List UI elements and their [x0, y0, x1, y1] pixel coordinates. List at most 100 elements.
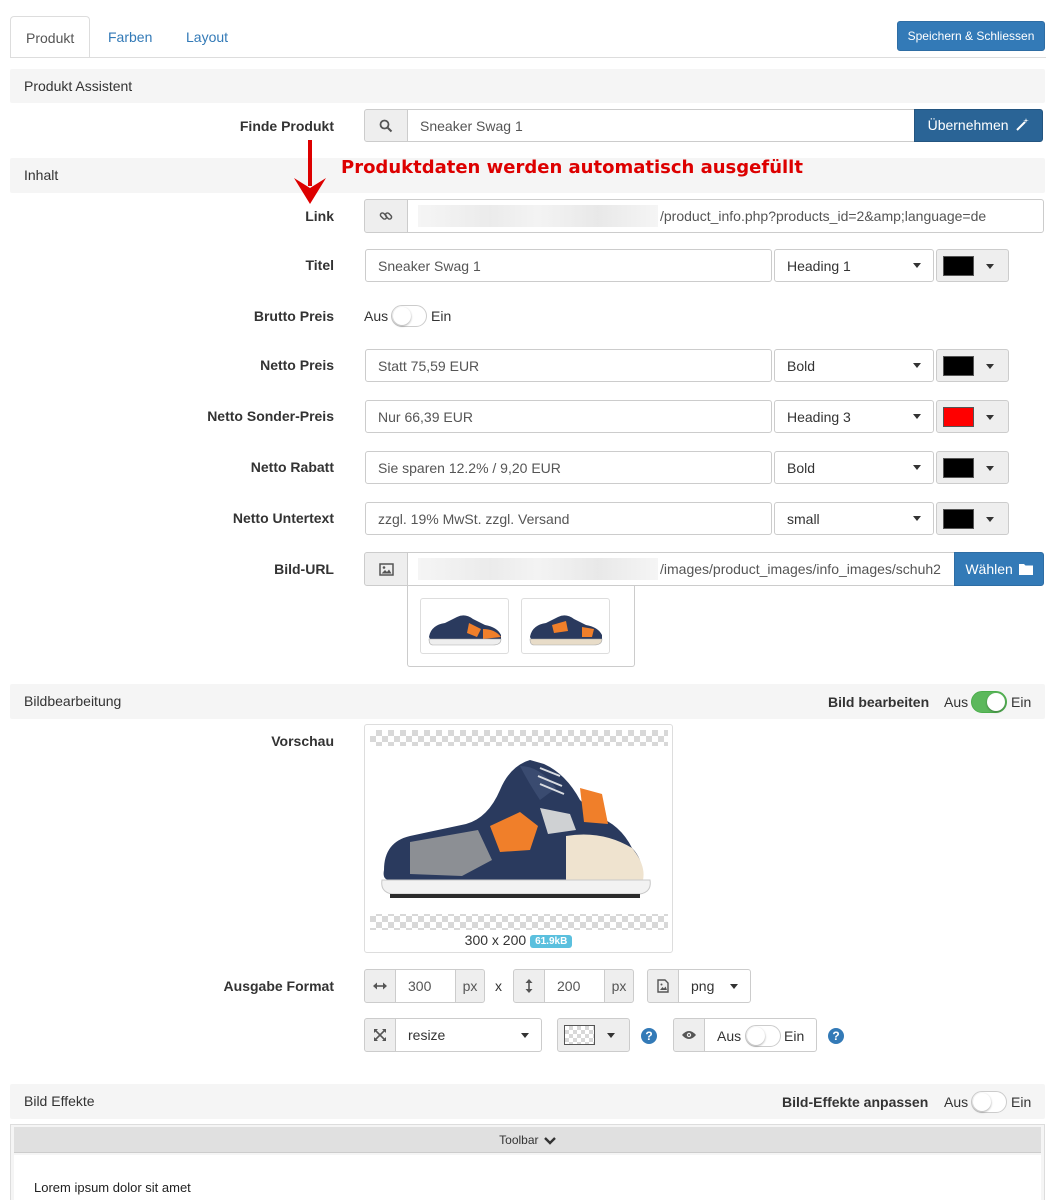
magic-wand-icon	[1016, 118, 1030, 131]
netto-price-color-picker[interactable]	[936, 349, 1009, 382]
editor-text: Lorem ipsum dolor sit amet	[34, 1180, 191, 1195]
title-style-select[interactable]: Heading 1	[774, 249, 934, 282]
save-close-button[interactable]: Speichern & Schliessen	[897, 21, 1045, 51]
height-arrows-icon	[513, 969, 545, 1003]
resize-mode-select[interactable]: resize	[395, 1018, 542, 1052]
find-product-input[interactable]: Sneaker Swag 1	[407, 109, 915, 142]
image-edit-on-label: Ein	[1011, 694, 1032, 710]
help-icon[interactable]: ?	[828, 1028, 844, 1044]
choose-image-button[interactable]: Wählen	[954, 552, 1044, 586]
help-icon[interactable]: ?	[641, 1028, 657, 1044]
thumbnail-shoe-2[interactable]	[521, 598, 610, 654]
caret-down-icon	[521, 1032, 529, 1038]
link-icon	[364, 199, 408, 233]
select-value: Heading 3	[787, 408, 851, 425]
format-select[interactable]: png	[678, 969, 751, 1003]
image-url-label: Bild-URL	[274, 561, 334, 577]
image-edit-off-label: Aus	[944, 694, 969, 710]
select-value: png	[691, 978, 715, 994]
toggle-knob	[747, 1027, 765, 1045]
editor-body[interactable]: Lorem ipsum dolor sit amet	[14, 1155, 1041, 1201]
section-product-assistant: Produkt Assistent	[10, 69, 1045, 103]
effects-off-label: Aus	[944, 1094, 969, 1110]
caret-down-icon	[913, 363, 921, 368]
editor-container: Toolbar Lorem ipsum dolor sit amet	[10, 1124, 1045, 1201]
link-path: /product_info.php?products_id=2&amp;lang…	[660, 208, 987, 224]
section-title: Produkt Assistent	[24, 78, 133, 94]
visibility-toggle[interactable]	[745, 1025, 781, 1047]
caret-down-icon	[913, 263, 921, 268]
caret-down-icon	[986, 517, 994, 522]
netto-price-style-select[interactable]: Bold	[774, 349, 934, 382]
netto-subtext-style-select[interactable]: small	[774, 502, 934, 535]
netto-price-input[interactable]: Statt 75,59 EUR	[365, 349, 772, 382]
annotation-arrow-icon	[294, 140, 326, 204]
image-url-input[interactable]: /images/product_images/info_images/schuh…	[407, 552, 955, 586]
folder-icon	[1018, 564, 1033, 575]
toggle-knob	[987, 693, 1005, 711]
brutto-toggle[interactable]	[391, 305, 427, 327]
effects-label: Bild-Effekte anpassen	[782, 1094, 929, 1110]
caret-down-icon	[913, 516, 921, 521]
section-title: Inhalt	[24, 167, 59, 183]
width-unit: px	[455, 969, 485, 1003]
thumbnail-shoe-1[interactable]	[420, 598, 509, 654]
tab-layout[interactable]: Layout	[171, 16, 243, 58]
unit-text: px	[611, 978, 627, 994]
unit-text: px	[462, 978, 478, 994]
select-value: Bold	[787, 357, 816, 374]
netto-special-style-select[interactable]: Heading 3	[774, 400, 934, 433]
height-input[interactable]: 200	[544, 969, 605, 1003]
redacted-host	[418, 205, 658, 227]
width-input[interactable]: 300	[395, 969, 456, 1003]
caret-down-icon	[913, 465, 921, 470]
netto-subtext-input[interactable]: zzgl. 19% MwSt. zzgl. Versand	[365, 502, 772, 535]
netto-discount-color-picker[interactable]	[936, 451, 1009, 484]
netto-subtext-color-picker[interactable]	[936, 502, 1009, 535]
sneaker-thumb-2-icon	[529, 615, 603, 646]
section-title: Bild Effekte	[24, 1093, 95, 1109]
color-swatch	[943, 509, 974, 529]
effects-on-label: Ein	[1011, 1094, 1032, 1110]
eye-icon	[673, 1018, 705, 1052]
select-value: resize	[408, 1027, 446, 1043]
caret-down-icon	[913, 414, 921, 419]
image-edit-label: Bild bearbeiten	[828, 694, 930, 710]
preview-box: 300 x 200 61.9kB	[364, 724, 673, 953]
color-swatch	[943, 458, 974, 478]
apply-button[interactable]: Übernehmen	[914, 109, 1043, 142]
apply-button-label: Übernehmen	[927, 117, 1009, 133]
image-edit-toggle[interactable]	[971, 691, 1007, 713]
title-input[interactable]: Sneaker Swag 1	[365, 249, 772, 282]
height-unit: px	[604, 969, 634, 1003]
toolbar-label: Toolbar	[499, 1133, 539, 1147]
editor-toolbar-toggle[interactable]: Toolbar	[14, 1127, 1041, 1153]
image-icon	[364, 552, 408, 586]
expand-arrows-icon	[364, 1018, 396, 1052]
chevron-down-icon	[543, 1137, 556, 1145]
file-image-icon	[647, 969, 679, 1003]
title-color-picker[interactable]	[936, 249, 1009, 282]
select-value: small	[787, 510, 820, 527]
netto-special-color-picker[interactable]	[936, 400, 1009, 433]
caret-down-icon	[986, 466, 994, 471]
netto-special-input[interactable]: Nur 66,39 EUR	[365, 400, 772, 433]
caret-down-icon	[607, 1033, 615, 1038]
transparent-swatch	[564, 1025, 595, 1045]
tabs-divider	[10, 57, 1046, 58]
tab-farben[interactable]: Farben	[93, 16, 167, 58]
visibility-on-label: Ein	[784, 1028, 805, 1044]
width-arrows-icon	[364, 969, 396, 1003]
netto-discount-input[interactable]: Sie sparen 12.2% / 9,20 EUR	[365, 451, 772, 484]
sneaker-preview-icon	[381, 760, 651, 898]
search-icon	[364, 109, 408, 142]
netto-discount-style-select[interactable]: Bold	[774, 451, 934, 484]
preview-label: Vorschau	[271, 733, 334, 749]
tab-produkt[interactable]: Produkt	[10, 16, 91, 58]
sneaker-thumb-1-icon	[428, 615, 502, 646]
caret-down-icon	[986, 264, 994, 269]
link-input[interactable]: /product_info.php?products_id=2&amp;lang…	[407, 199, 1044, 233]
effects-toggle[interactable]	[971, 1091, 1007, 1113]
brutto-label: Brutto Preis	[253, 308, 334, 324]
background-picker[interactable]	[557, 1018, 630, 1052]
